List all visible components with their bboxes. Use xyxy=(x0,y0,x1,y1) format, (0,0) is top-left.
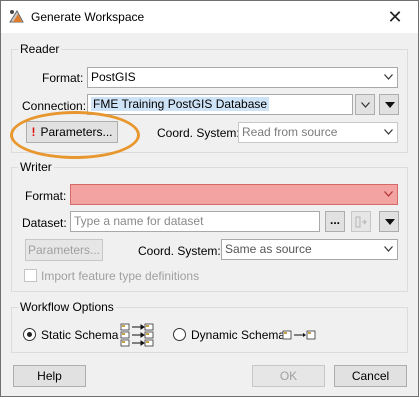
title-bar: Generate Workspace ✕ xyxy=(1,1,418,33)
reader-format-select[interactable]: PostGIS xyxy=(87,67,398,88)
reader-format-value: PostGIS xyxy=(91,70,136,84)
warning-icon: ! xyxy=(31,125,36,139)
dynamic-schema-radio[interactable] xyxy=(173,328,186,341)
chevron-down-icon xyxy=(361,102,370,108)
generate-workspace-dialog: Generate Workspace ✕ Reader Format: Post… xyxy=(0,0,419,397)
ok-button: OK xyxy=(252,365,325,387)
dataset-browse-button[interactable]: ... xyxy=(325,211,345,232)
writer-format-select[interactable] xyxy=(70,184,398,205)
fme-app-icon xyxy=(9,10,24,23)
dataset-settings-icon xyxy=(355,216,367,228)
reader-parameters-button[interactable]: ! Parameters... xyxy=(26,121,118,143)
writer-dataset-placeholder: Type a name for dataset xyxy=(74,214,204,228)
writer-format-label: Format: xyxy=(25,189,67,203)
writer-parameters-label: Parameters... xyxy=(27,243,101,257)
static-schema-radio[interactable] xyxy=(23,328,36,341)
close-icon[interactable]: ✕ xyxy=(384,6,406,28)
help-label: Help xyxy=(37,369,62,383)
window-title: Generate Workspace xyxy=(31,10,145,24)
writer-coord-label: Coord. System: xyxy=(138,244,221,258)
static-schema-label: Static Schema xyxy=(41,328,119,342)
triangle-down-icon xyxy=(385,102,395,108)
writer-dataset-input[interactable]: Type a name for dataset xyxy=(70,211,320,232)
reader-connection-dropdown-button[interactable] xyxy=(355,94,375,115)
dynamic-schema-icon xyxy=(282,330,316,340)
help-button[interactable]: Help xyxy=(13,365,86,387)
reader-connection-value: FME Training PostGIS Database xyxy=(91,97,270,111)
dataset-settings-button xyxy=(351,211,371,232)
writer-coord-select[interactable]: Same as source xyxy=(221,239,398,260)
reader-format-label: Format: xyxy=(42,71,84,85)
chevron-down-icon xyxy=(384,74,393,80)
dynamic-schema-label: Dynamic Schema xyxy=(191,328,286,342)
cancel-button[interactable]: Cancel xyxy=(334,365,407,387)
browse-label: ... xyxy=(329,213,340,227)
writer-legend: Writer xyxy=(18,160,54,174)
writer-parameters-button: Parameters... xyxy=(25,239,103,261)
reader-parameters-label: Parameters... xyxy=(40,125,113,139)
reader-connection-select[interactable]: FME Training PostGIS Database xyxy=(87,94,353,115)
ok-label: OK xyxy=(279,369,298,383)
static-schema-icon xyxy=(120,323,154,347)
reader-coord-select[interactable]: Read from source xyxy=(238,122,398,143)
chevron-down-icon xyxy=(384,191,393,197)
reader-connection-menu-button[interactable] xyxy=(379,94,399,115)
triangle-down-icon xyxy=(385,219,395,225)
reader-coord-value: Read from source xyxy=(242,125,338,139)
cancel-label: Cancel xyxy=(351,369,390,383)
reader-legend: Reader xyxy=(18,42,62,56)
reader-coord-label: Coord. System: xyxy=(157,126,240,140)
writer-coord-value: Same as source xyxy=(225,242,312,256)
workflow-legend: Workflow Options xyxy=(18,300,116,314)
chevron-down-icon xyxy=(384,246,393,252)
writer-dataset-label: Dataset: xyxy=(22,216,67,230)
dataset-menu-button[interactable] xyxy=(379,211,399,232)
import-feature-types-checkbox[interactable] xyxy=(24,269,37,282)
reader-connection-label: Connection: xyxy=(22,99,87,113)
import-feature-types-label: Import feature type definitions xyxy=(41,269,200,283)
chevron-down-icon xyxy=(384,129,393,135)
